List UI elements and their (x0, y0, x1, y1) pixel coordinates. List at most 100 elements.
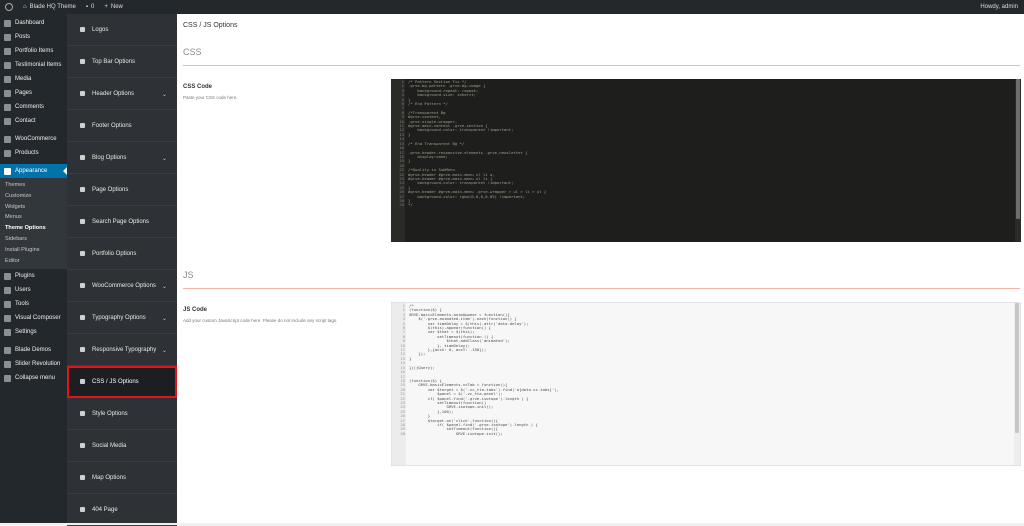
menu-item-testimonial-items[interactable]: Testimonial Items (0, 58, 67, 72)
menu-item-label: WooCommerce (15, 136, 57, 142)
new-label: New (110, 4, 123, 10)
options-tab-map-options[interactable]: Map Options (67, 462, 177, 494)
menu-item-blade-demos[interactable]: Blade Demos (0, 343, 67, 357)
woocommerce-options-icon (80, 283, 85, 288)
footer-options-icon (80, 123, 85, 128)
products-icon (4, 149, 11, 157)
howdy-label: Howdy, admin (980, 4, 1018, 10)
menu-item-visual-composer[interactable]: Visual Composer (0, 311, 67, 325)
options-tab-social-media[interactable]: Social Media (67, 430, 177, 462)
page-title: CSS / JS Options (183, 22, 238, 29)
options-tab-css-js-options[interactable]: CSS / JS Options (67, 366, 177, 398)
options-tab-portfolio-options[interactable]: Portfolio Options (67, 238, 177, 270)
options-tab-label: Typography Options (92, 314, 146, 321)
options-tab-woocommerce-options[interactable]: WooCommerce Options ⌄ (67, 270, 177, 302)
menu-item-pages[interactable]: Pages (0, 86, 67, 100)
js-code-editor[interactable]: 1 2 3 4 5 6 7 8 9 10 11 12 13 14 15 16 1… (391, 302, 1021, 466)
options-tab-label: 404 Page (92, 506, 118, 513)
scroll-thumb[interactable] (1015, 303, 1019, 433)
submenu-item-sidebars[interactable]: Sidebars (0, 234, 67, 245)
chevron-down-icon[interactable]: ⌄ (162, 283, 167, 290)
menu-item-comments[interactable]: Comments (0, 100, 67, 114)
plugin-icon (4, 272, 11, 280)
options-tab-responsive-typography[interactable]: Responsive Typography ⌄ (67, 334, 177, 366)
style-options-icon (80, 411, 85, 416)
admin-bar: ⌂ Blade HQ Theme ▪ 0 + New Howdy, admin (0, 0, 1024, 14)
menu-item-label: Slider Revolution (15, 361, 61, 368)
chevron-down-icon[interactable]: ⌄ (162, 347, 167, 354)
menu-item-users[interactable]: Users (0, 283, 67, 297)
menu-item-slider-revolution[interactable]: Slider Revolution (0, 357, 67, 371)
menu-item-media[interactable]: Media (0, 72, 67, 86)
chevron-down-icon[interactable]: ⌄ (162, 91, 167, 98)
options-tab-header-options[interactable]: Header Options ⌄ (67, 78, 177, 110)
submenu-item-themes[interactable]: Themes (0, 180, 67, 191)
options-tab-label: Responsive Typography (92, 346, 157, 353)
menu-item-dashboard[interactable]: Dashboard (0, 16, 67, 30)
css-section-title: CSS (183, 47, 202, 57)
options-tab-logos[interactable]: Logos (67, 14, 177, 46)
site-name-label: Blade HQ Theme (29, 4, 76, 10)
options-tab-label: WooCommerce Options (92, 282, 156, 289)
css-code-editor[interactable]: 1 2 3 4 5 6 7 8 9 10 11 12 13 14 15 16 1… (391, 79, 1021, 242)
wordpress-icon (5, 3, 13, 11)
menu-item-settings[interactable]: Settings (0, 325, 67, 339)
submenu-item-install-plugins[interactable]: Install Plugins (0, 245, 67, 256)
options-tab-label: Footer Options (92, 122, 132, 129)
menu-item-tools[interactable]: Tools (0, 297, 67, 311)
submenu-item-widgets[interactable]: Widgets (0, 202, 67, 213)
wp-logo-menu[interactable] (0, 0, 18, 14)
menu-item-plugins[interactable]: Plugins (0, 269, 67, 283)
menu-item-posts[interactable]: Posts (0, 30, 67, 44)
options-tab-search-page-options[interactable]: Search Page Options (67, 206, 177, 238)
js-editor-scrollbar[interactable] (1014, 303, 1020, 465)
header-options-icon (80, 91, 85, 96)
menu-item-products[interactable]: Products (0, 146, 67, 160)
theme-options-nav: Logos Top Bar Options Header Options ⌄ Foote… (67, 14, 177, 526)
new-content-link[interactable]: + New (99, 0, 128, 14)
menu-item-label: Pages (15, 90, 33, 96)
portfolio-icon (4, 47, 11, 55)
options-tab-label: CSS / JS Options (92, 378, 139, 385)
submenu-item-editor[interactable]: Editor (0, 256, 67, 267)
line-number-gutter: 1 2 3 4 5 6 7 8 9 10 11 12 13 14 15 16 1… (391, 79, 405, 242)
options-tab-top-bar-options[interactable]: Top Bar Options (67, 46, 177, 78)
css-js-options-icon (80, 379, 85, 384)
css-editor-scrollbar[interactable] (1015, 79, 1021, 242)
menu-item-label: Contact (15, 118, 36, 124)
appearance-submenu: Themes Customize Widgets Menus Theme Options… (0, 178, 67, 270)
menu-item-appearance[interactable]: Appearance (0, 164, 67, 178)
options-tab-label: Blog Options (92, 154, 127, 161)
menu-item-woocommerce[interactable]: WooCommerce (0, 132, 67, 146)
options-tab-typography-options[interactable]: Typography Options ⌄ (67, 302, 177, 334)
menu-item-contact[interactable]: Contact (0, 114, 67, 128)
menu-item-label: Portfolio Items (15, 48, 54, 54)
chevron-down-icon[interactable]: ⌄ (162, 155, 167, 162)
line-number-gutter: 1 2 3 4 5 6 7 8 9 10 11 12 13 14 15 16 1… (392, 303, 406, 465)
menu-item-label: Posts (15, 34, 31, 40)
dashboard-icon (4, 19, 11, 27)
menu-item-portfolio-items[interactable]: Portfolio Items (0, 44, 67, 58)
options-tab-style-options[interactable]: Style Options (67, 398, 177, 430)
options-tab-footer-options[interactable]: Footer Options (67, 110, 177, 142)
js-section-title: JS (183, 270, 194, 280)
options-tab-404-page[interactable]: 404 Page (67, 494, 177, 526)
account-menu[interactable]: Howdy, admin (975, 0, 1024, 14)
submenu-item-menus[interactable]: Menus (0, 212, 67, 223)
comments-link[interactable]: ▪ 0 (81, 0, 99, 14)
menu-item-label: Media (15, 76, 32, 82)
submenu-item-customize[interactable]: Customize (0, 191, 67, 202)
options-panel: CSS / JS Options CSS CSS Code Paste your… (177, 14, 1024, 523)
demos-icon (4, 346, 11, 354)
menu-item-label: Tools (15, 301, 30, 308)
options-tab-blog-options[interactable]: Blog Options ⌄ (67, 142, 177, 174)
site-name-link[interactable]: ⌂ Blade HQ Theme (18, 0, 81, 14)
options-tab-label: Page Options (92, 186, 129, 193)
submenu-item-theme-options[interactable]: Theme Options (0, 223, 67, 234)
menu-item-collapse-menu[interactable]: Collapse menu (0, 371, 67, 385)
menu-item-label: Visual Composer (15, 315, 61, 322)
options-tab-page-options[interactable]: Page Options (67, 174, 177, 206)
chevron-down-icon[interactable]: ⌄ (162, 315, 167, 322)
scroll-thumb[interactable] (1016, 79, 1020, 219)
options-tab-label: Logos (92, 26, 109, 33)
